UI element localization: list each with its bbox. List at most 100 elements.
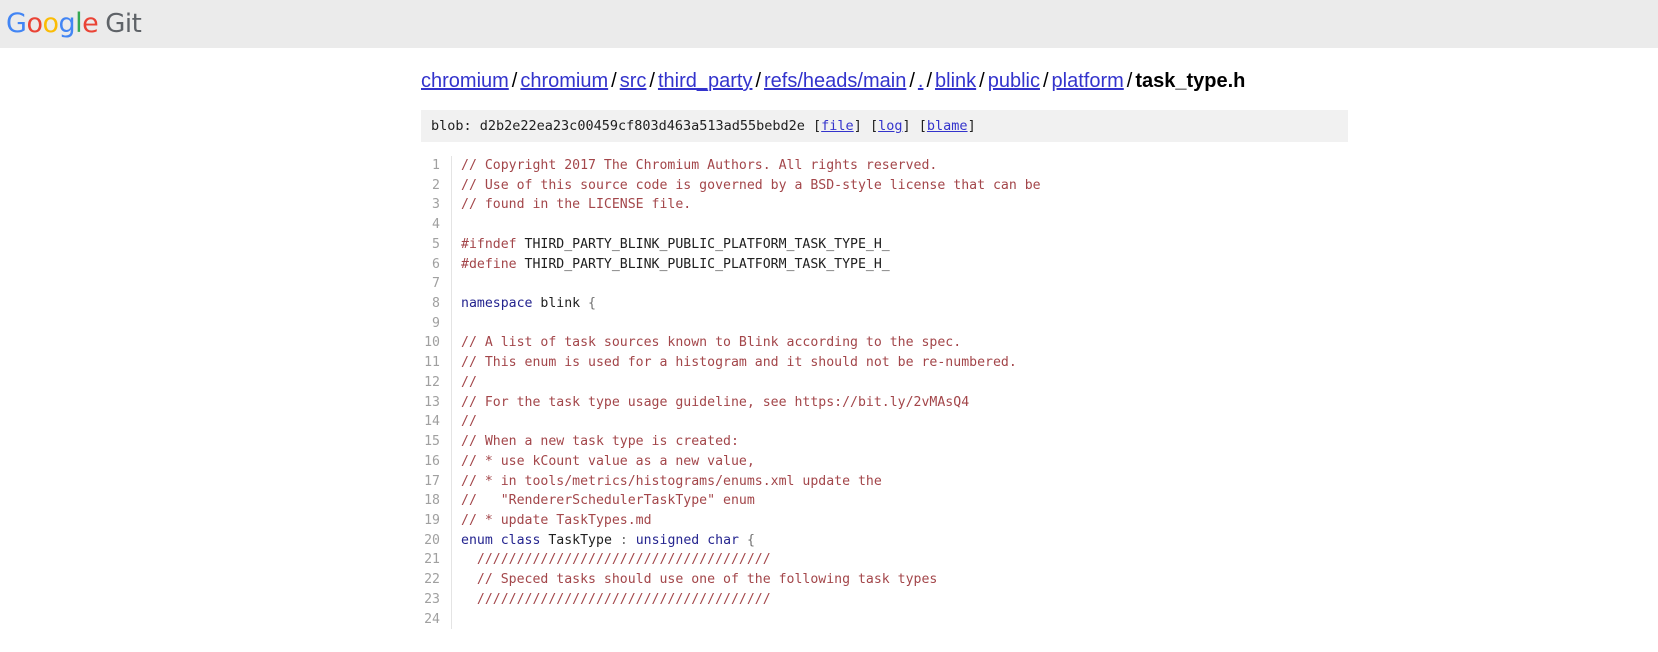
line-number[interactable]: 3 — [0, 195, 452, 216]
breadcrumb-separator: / — [1126, 70, 1133, 92]
logo-letter-g2: g — [58, 7, 76, 39]
code-token-c: // found in the LICENSE file. — [461, 197, 692, 213]
line-number[interactable]: 21 — [0, 550, 452, 571]
line-content — [452, 314, 1658, 334]
line-number[interactable]: 10 — [0, 333, 452, 354]
line-number[interactable]: 6 — [0, 254, 452, 275]
code-token-c: // — [461, 414, 477, 430]
line-number[interactable]: 5 — [0, 234, 452, 255]
breadcrumb-separator: / — [926, 70, 932, 92]
code-line: 11 // This enum is used for a histogram a… — [0, 353, 1658, 373]
line-number[interactable]: 17 — [0, 471, 452, 492]
code-token-c: // When a new task type is created: — [461, 434, 739, 450]
breadcrumb-link-chromium[interactable]: chromium — [520, 70, 608, 92]
line-content: enum class TaskType : unsigned char { — [452, 531, 1658, 551]
line-content: // This enum is used for a histogram and… — [452, 353, 1658, 373]
bracket-open: [ — [813, 118, 822, 134]
line-content: // "RendererSchedulerTaskType" enum — [452, 491, 1658, 511]
breadcrumb-separator: / — [755, 70, 762, 92]
line-number[interactable]: 12 — [0, 372, 452, 393]
breadcrumb-separator: / — [979, 70, 985, 92]
line-number[interactable]: 13 — [0, 392, 452, 413]
code-line: 2 // Use of this source code is governed … — [0, 175, 1658, 196]
code-token-pn: { — [588, 296, 596, 312]
line-content — [452, 215, 1658, 235]
code-line: 8 namespace blink { — [0, 294, 1658, 314]
blob-action-spacer — [805, 118, 813, 134]
line-number[interactable]: 14 — [0, 412, 452, 433]
blob-hash: d2b2e22ea23c00459cf803d463a513ad55bebd2e — [479, 118, 805, 134]
code-line: 13 // For the task type usage guideline, … — [0, 392, 1658, 413]
blob-info-bar: blob: d2b2e22ea23c00459cf803d463a513ad55… — [421, 110, 1348, 142]
line-content: // When a new task type is created: — [452, 432, 1658, 452]
code-line: 23 ///////////////////////////////////// — [0, 589, 1658, 610]
line-number[interactable]: 16 — [0, 451, 452, 472]
code-line: 18 // "RendererSchedulerTaskType" enum — [0, 491, 1658, 511]
code-token-c: // "RendererSchedulerTaskType" enum — [461, 493, 755, 509]
line-number[interactable]: 24 — [0, 609, 452, 630]
breadcrumb-link-platform[interactable]: platform — [1052, 70, 1124, 92]
line-content: // For the task type usage guideline, se… — [452, 393, 1658, 413]
code-token-c: // * in tools/metrics/histograms/enums.x… — [461, 473, 882, 489]
code-token-id — [628, 533, 636, 548]
breadcrumb-link-chromium[interactable]: chromium — [421, 70, 509, 92]
breadcrumb-link-src[interactable]: src — [620, 70, 647, 92]
line-number[interactable]: 20 — [0, 530, 452, 551]
code-line: 14 // — [0, 412, 1658, 433]
code-token-id: blink — [532, 296, 589, 312]
code-token-kw: namespace — [461, 296, 533, 312]
code-token-c: ///////////////////////////////////// — [461, 552, 771, 568]
line-content: namespace blink { — [452, 294, 1658, 314]
code-line: 5 #ifndef THIRD_PARTY_BLINK_PUBLIC_PLATFO… — [0, 234, 1658, 255]
line-number[interactable]: 11 — [0, 353, 452, 373]
line-content: // * in tools/metrics/histograms/enums.x… — [452, 472, 1658, 492]
code-token-c: // For the task type usage guideline, se… — [461, 394, 970, 410]
code-line: 21 ///////////////////////////////////// — [0, 550, 1658, 571]
line-content: // * use kCount value as a new value, — [452, 452, 1658, 472]
breadcrumb: chromium / chromium / src / third_party / refs/h… — [0, 64, 1658, 98]
blob-action-blame[interactable]: blame — [927, 118, 968, 134]
line-number[interactable]: 9 — [0, 313, 452, 334]
line-number[interactable]: 7 — [0, 274, 452, 295]
breadcrumb-link-blink[interactable]: blink — [935, 70, 976, 92]
code-line: 24 — [0, 609, 1658, 630]
blob-action-log[interactable]: log — [878, 118, 902, 134]
line-number[interactable]: 8 — [0, 294, 452, 314]
product-name-label: Git — [105, 8, 142, 39]
code-line: 16 // * use kCount value as a new value, — [0, 451, 1658, 472]
breadcrumb-separator: / — [649, 70, 655, 92]
code-token-c: // Copyright 2017 The Chromium Authors. … — [461, 158, 938, 173]
line-number[interactable]: 4 — [0, 215, 452, 235]
line-number[interactable]: 23 — [0, 589, 452, 610]
line-number[interactable]: 2 — [0, 175, 452, 196]
line-number[interactable]: 19 — [0, 510, 452, 531]
code-token-id — [493, 533, 501, 548]
code-line: 7 — [0, 274, 1658, 295]
blob-action-file[interactable]: file — [821, 118, 854, 134]
breadcrumb-separator: / — [611, 70, 617, 92]
code-token-kw: enum — [461, 532, 493, 548]
breadcrumb-separator: / — [909, 70, 915, 92]
line-number[interactable]: 1 — [0, 156, 452, 176]
breadcrumb-link-third-party[interactable]: third_party — [658, 70, 753, 92]
line-number[interactable]: 18 — [0, 491, 452, 511]
line-content: // Speced tasks should use one of the fo… — [452, 570, 1658, 590]
code-token-kw: class — [500, 532, 541, 548]
breadcrumb-link-refs-heads-main[interactable]: refs/heads/main — [764, 70, 906, 92]
breadcrumb-link-public[interactable]: public — [988, 70, 1040, 92]
blob-action-spacer — [911, 118, 919, 134]
code-line: 17 // * in tools/metrics/histograms/enums… — [0, 471, 1658, 492]
code-token-c: // Use of this source code is governed b… — [461, 177, 1041, 193]
bracket-close: ] — [902, 118, 911, 134]
page-content: chromium / chromium / src / third_party / refs/h… — [0, 48, 1658, 630]
line-content — [452, 274, 1658, 294]
line-number[interactable]: 22 — [0, 570, 452, 590]
breadcrumb-current-file: task_type.h — [1135, 70, 1246, 92]
google-git-logo[interactable]: Google Git — [6, 7, 142, 39]
line-number[interactable]: 15 — [0, 432, 452, 452]
code-line: 20 enum class TaskType : unsigned char { — [0, 530, 1658, 551]
line-content: // A list of task sources known to Blink… — [452, 333, 1658, 353]
bracket-close: ] — [853, 118, 862, 134]
code-line: 15 // When a new task type is created: — [0, 432, 1658, 452]
line-content: #define THIRD_PARTY_BLINK_PUBLIC_PLATFOR… — [452, 255, 1658, 275]
